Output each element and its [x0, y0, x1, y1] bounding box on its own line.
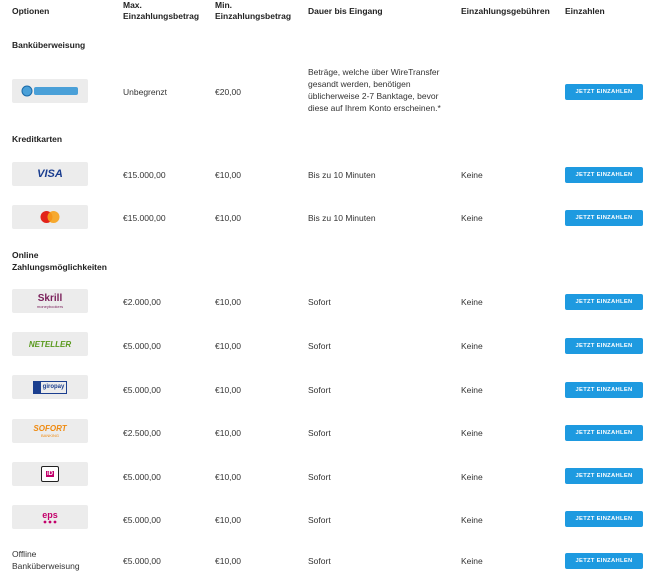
processing-time: Bis zu 10 Minuten — [308, 213, 376, 223]
offline-bank-transfer-label: Offline Banküberweisung — [12, 549, 80, 571]
deposit-button[interactable]: JETZT EINZAHLEN — [565, 84, 643, 100]
deposit-button[interactable]: JETZT EINZAHLEN — [565, 425, 643, 441]
min-amount: €10,00 — [215, 556, 241, 566]
max-amount: €15.000,00 — [123, 213, 166, 223]
min-amount: €10,00 — [215, 428, 241, 438]
processing-time: Sofort — [308, 556, 331, 566]
section-kreditkarten: Kreditkarten — [12, 134, 63, 144]
min-amount: €10,00 — [215, 341, 241, 351]
table-row: NETELLER €5.000,00 €10,00 Sofort Keine J… — [0, 329, 650, 363]
table-row: giropay €5.000,00 €10,00 Sofort Keine JE… — [0, 373, 650, 407]
deposit-button[interactable]: JETZT EINZAHLEN — [565, 553, 643, 569]
deposit-button[interactable]: JETZT EINZAHLEN — [565, 338, 643, 354]
section-online: Online Zahlungsmöglichkeiten — [12, 250, 107, 272]
visa-logo: VISA — [12, 162, 88, 186]
eps-logo: eps — [12, 505, 88, 529]
max-amount: €5.000,00 — [123, 341, 161, 351]
deposit-button[interactable]: JETZT EINZAHLEN — [565, 382, 643, 398]
table-row: Skrill moneybookers €2.000,00 €10,00 Sof… — [0, 286, 650, 320]
max-amount: €5.000,00 — [123, 472, 161, 482]
table-row: €15.000,00 €10,00 Bis zu 10 Minuten Kein… — [0, 200, 650, 234]
deposit-button[interactable]: JETZT EINZAHLEN — [565, 511, 643, 527]
fees: Keine — [461, 341, 483, 351]
max-amount: €2.000,00 — [123, 297, 161, 307]
processing-time: Sofort — [308, 297, 331, 307]
fees: Keine — [461, 385, 483, 395]
giropay-logo: giropay — [12, 375, 88, 399]
fees: Keine — [461, 297, 483, 307]
max-amount: €5.000,00 — [123, 556, 161, 566]
table-header: Optionen Max. Einzahlungsbetrag Min. Ein… — [0, 0, 650, 30]
processing-time: Sofort — [308, 428, 331, 438]
deposit-button[interactable]: JETZT EINZAHLEN — [565, 210, 643, 226]
processing-time: Beträge, welche über WireTransfer gesand… — [308, 67, 441, 113]
min-amount: €10,00 — [215, 170, 241, 180]
table-row: eps €5.000,00 €10,00 Sofort Keine JETZT … — [0, 503, 650, 537]
header-optionen: Optionen — [12, 6, 50, 16]
deposit-button[interactable]: JETZT EINZAHLEN — [565, 294, 643, 310]
section-bankueberweisung: Banküberweisung — [12, 40, 86, 50]
wiretransfer-logo — [12, 79, 88, 103]
header-gebuehren: Einzahlungsgebühren — [461, 6, 550, 16]
max-amount: €5.000,00 — [123, 385, 161, 395]
processing-time: Sofort — [308, 472, 331, 482]
mastercard-logo — [12, 205, 88, 229]
header-einzahlen: Einzahlen — [565, 6, 605, 16]
min-amount: €20,00 — [215, 87, 241, 97]
ideal-logo: iD — [12, 462, 88, 486]
table-row: VISA €15.000,00 €10,00 Bis zu 10 Minuten… — [0, 157, 650, 191]
max-amount: €2.500,00 — [123, 428, 161, 438]
fees: Keine — [461, 428, 483, 438]
max-amount: €5.000,00 — [123, 515, 161, 525]
min-amount: €10,00 — [215, 297, 241, 307]
min-amount: €10,00 — [215, 213, 241, 223]
header-dauer: Dauer bis Eingang — [308, 6, 383, 16]
min-amount: €10,00 — [215, 472, 241, 482]
deposit-button[interactable]: JETZT EINZAHLEN — [565, 167, 643, 183]
fees: Keine — [461, 213, 483, 223]
neteller-logo: NETELLER — [12, 332, 88, 356]
skrill-logo: Skrill moneybookers — [12, 289, 88, 313]
sofort-logo: SOFORT BANKING — [12, 419, 88, 443]
header-min: Min. Einzahlungsbetrag — [215, 0, 292, 21]
processing-time: Sofort — [308, 341, 331, 351]
min-amount: €10,00 — [215, 515, 241, 525]
fees: Keine — [461, 556, 483, 566]
min-amount: €10,00 — [215, 385, 241, 395]
max-amount: €15.000,00 — [123, 170, 166, 180]
header-max: Max. Einzahlungsbetrag — [123, 0, 200, 21]
table-row: Offline Banküberweisung €5.000,00 €10,00… — [0, 545, 650, 579]
fees: Keine — [461, 515, 483, 525]
processing-time: Bis zu 10 Minuten — [308, 170, 376, 180]
fees: Keine — [461, 170, 483, 180]
table-row: Unbegrenzt €20,00 Beträge, welche über W… — [0, 67, 650, 114]
processing-time: Sofort — [308, 385, 331, 395]
processing-time: Sofort — [308, 515, 331, 525]
table-row: iD €5.000,00 €10,00 Sofort Keine JETZT E… — [0, 460, 650, 494]
deposit-button[interactable]: JETZT EINZAHLEN — [565, 468, 643, 484]
table-row: SOFORT BANKING €2.500,00 €10,00 Sofort K… — [0, 416, 650, 450]
fees: Keine — [461, 472, 483, 482]
max-amount: Unbegrenzt — [123, 87, 167, 97]
